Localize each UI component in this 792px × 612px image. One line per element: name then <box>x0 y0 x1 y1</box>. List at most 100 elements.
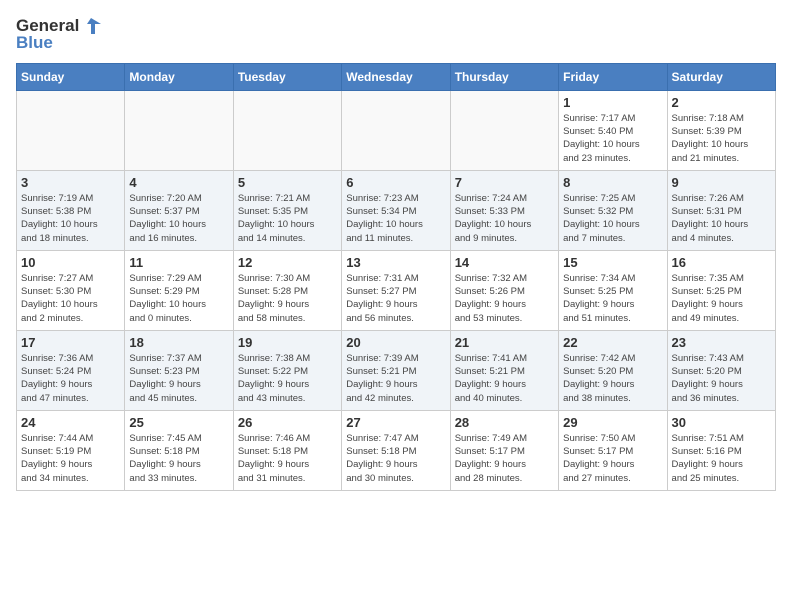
day-info: Sunrise: 7:42 AM Sunset: 5:20 PM Dayligh… <box>563 352 662 405</box>
calendar-day-cell <box>233 90 341 170</box>
calendar-day-cell: 4 Sunrise: 7:20 AM Sunset: 5:37 PM Daylig… <box>125 170 233 250</box>
day-info: Sunrise: 7:41 AM Sunset: 5:21 PM Dayligh… <box>455 352 554 405</box>
day-number: 10 <box>21 255 120 270</box>
calendar-day-cell: 7 Sunrise: 7:24 AM Sunset: 5:33 PM Daylig… <box>450 170 558 250</box>
calendar-day-cell: 11Sunrise: 7:29 AM Sunset: 5:29 PM Dayli… <box>125 250 233 330</box>
day-info: Sunrise: 7:50 AM Sunset: 5:17 PM Dayligh… <box>563 432 662 485</box>
calendar-day-cell: 22 Sunrise: 7:42 AM Sunset: 5:20 PM Dayli… <box>559 330 667 410</box>
day-info: Sunrise: 7:30 AM Sunset: 5:28 PM Dayligh… <box>238 272 337 325</box>
calendar-week-row: 10 Sunrise: 7:27 AM Sunset: 5:30 PM Dayli… <box>17 250 776 330</box>
day-info: Sunrise: 7:34 AM Sunset: 5:25 PM Dayligh… <box>563 272 662 325</box>
calendar-day-cell <box>125 90 233 170</box>
day-number: 6 <box>346 175 445 190</box>
calendar-day-cell: 18 Sunrise: 7:37 AM Sunset: 5:23 PM Dayli… <box>125 330 233 410</box>
calendar-day-cell: 29 Sunrise: 7:50 AM Sunset: 5:17 PM Dayli… <box>559 410 667 490</box>
day-info: Sunrise: 7:38 AM Sunset: 5:22 PM Dayligh… <box>238 352 337 405</box>
weekday-header-cell: Saturday <box>667 63 775 90</box>
calendar-week-row: 1 Sunrise: 7:17 AM Sunset: 5:40 PM Daylig… <box>17 90 776 170</box>
calendar-day-cell <box>450 90 558 170</box>
logo-container: General Blue <box>16 16 101 53</box>
day-number: 23 <box>672 335 771 350</box>
calendar-day-cell: 15 Sunrise: 7:34 AM Sunset: 5:25 PM Dayli… <box>559 250 667 330</box>
calendar-table: SundayMondayTuesdayWednesdayThursdayFrid… <box>16 63 776 491</box>
weekday-header-cell: Monday <box>125 63 233 90</box>
day-info: Sunrise: 7:21 AM Sunset: 5:35 PM Dayligh… <box>238 192 337 245</box>
logo-blue-text: Blue <box>16 34 53 53</box>
calendar-week-row: 17 Sunrise: 7:36 AM Sunset: 5:24 PM Dayli… <box>17 330 776 410</box>
calendar-day-cell: 30 Sunrise: 7:51 AM Sunset: 5:16 PM Dayli… <box>667 410 775 490</box>
day-number: 7 <box>455 175 554 190</box>
day-info: Sunrise: 7:25 AM Sunset: 5:32 PM Dayligh… <box>563 192 662 245</box>
calendar-day-cell: 28 Sunrise: 7:49 AM Sunset: 5:17 PM Dayli… <box>450 410 558 490</box>
weekday-header-cell: Friday <box>559 63 667 90</box>
calendar-day-cell: 12Sunrise: 7:30 AM Sunset: 5:28 PM Dayli… <box>233 250 341 330</box>
day-info: Sunrise: 7:51 AM Sunset: 5:16 PM Dayligh… <box>672 432 771 485</box>
day-info: Sunrise: 7:47 AM Sunset: 5:18 PM Dayligh… <box>346 432 445 485</box>
calendar-day-cell: 10 Sunrise: 7:27 AM Sunset: 5:30 PM Dayli… <box>17 250 125 330</box>
day-info: Sunrise: 7:39 AM Sunset: 5:21 PM Dayligh… <box>346 352 445 405</box>
day-info: Sunrise: 7:37 AM Sunset: 5:23 PM Dayligh… <box>129 352 228 405</box>
day-number: 20 <box>346 335 445 350</box>
calendar-day-cell: 2Sunrise: 7:18 AM Sunset: 5:39 PM Daylig… <box>667 90 775 170</box>
day-number: 11 <box>129 255 228 270</box>
calendar-day-cell: 23 Sunrise: 7:43 AM Sunset: 5:20 PM Dayli… <box>667 330 775 410</box>
calendar-day-cell: 21 Sunrise: 7:41 AM Sunset: 5:21 PM Dayli… <box>450 330 558 410</box>
day-number: 25 <box>129 415 228 430</box>
day-number: 24 <box>21 415 120 430</box>
calendar-day-cell: 13Sunrise: 7:31 AM Sunset: 5:27 PM Dayli… <box>342 250 450 330</box>
weekday-header-cell: Wednesday <box>342 63 450 90</box>
day-number: 19 <box>238 335 337 350</box>
day-info: Sunrise: 7:43 AM Sunset: 5:20 PM Dayligh… <box>672 352 771 405</box>
calendar-day-cell: 5 Sunrise: 7:21 AM Sunset: 5:35 PM Daylig… <box>233 170 341 250</box>
calendar-day-cell: 1 Sunrise: 7:17 AM Sunset: 5:40 PM Daylig… <box>559 90 667 170</box>
day-info: Sunrise: 7:26 AM Sunset: 5:31 PM Dayligh… <box>672 192 771 245</box>
day-number: 17 <box>21 335 120 350</box>
day-number: 26 <box>238 415 337 430</box>
calendar-day-cell: 27 Sunrise: 7:47 AM Sunset: 5:18 PM Dayli… <box>342 410 450 490</box>
calendar-day-cell: 16 Sunrise: 7:35 AM Sunset: 5:25 PM Dayli… <box>667 250 775 330</box>
day-info: Sunrise: 7:23 AM Sunset: 5:34 PM Dayligh… <box>346 192 445 245</box>
weekday-header-cell: Thursday <box>450 63 558 90</box>
day-number: 30 <box>672 415 771 430</box>
header: General Blue <box>16 16 776 53</box>
day-number: 1 <box>563 95 662 110</box>
day-number: 28 <box>455 415 554 430</box>
day-number: 5 <box>238 175 337 190</box>
day-number: 16 <box>672 255 771 270</box>
day-info: Sunrise: 7:44 AM Sunset: 5:19 PM Dayligh… <box>21 432 120 485</box>
day-info: Sunrise: 7:46 AM Sunset: 5:18 PM Dayligh… <box>238 432 337 485</box>
calendar-week-row: 3Sunrise: 7:19 AM Sunset: 5:38 PM Daylig… <box>17 170 776 250</box>
day-info: Sunrise: 7:36 AM Sunset: 5:24 PM Dayligh… <box>21 352 120 405</box>
calendar-body: 1 Sunrise: 7:17 AM Sunset: 5:40 PM Daylig… <box>17 90 776 490</box>
calendar-week-row: 24 Sunrise: 7:44 AM Sunset: 5:19 PM Dayli… <box>17 410 776 490</box>
day-number: 3 <box>21 175 120 190</box>
calendar-day-cell: 24 Sunrise: 7:44 AM Sunset: 5:19 PM Dayli… <box>17 410 125 490</box>
day-info: Sunrise: 7:17 AM Sunset: 5:40 PM Dayligh… <box>563 112 662 165</box>
day-number: 29 <box>563 415 662 430</box>
day-info: Sunrise: 7:32 AM Sunset: 5:26 PM Dayligh… <box>455 272 554 325</box>
day-info: Sunrise: 7:45 AM Sunset: 5:18 PM Dayligh… <box>129 432 228 485</box>
weekday-header-cell: Tuesday <box>233 63 341 90</box>
day-number: 18 <box>129 335 228 350</box>
day-number: 2 <box>672 95 771 110</box>
day-info: Sunrise: 7:35 AM Sunset: 5:25 PM Dayligh… <box>672 272 771 325</box>
day-info: Sunrise: 7:27 AM Sunset: 5:30 PM Dayligh… <box>21 272 120 325</box>
calendar-day-cell: 6 Sunrise: 7:23 AM Sunset: 5:34 PM Daylig… <box>342 170 450 250</box>
calendar-day-cell: 3Sunrise: 7:19 AM Sunset: 5:38 PM Daylig… <box>17 170 125 250</box>
day-number: 4 <box>129 175 228 190</box>
calendar-day-cell: 8 Sunrise: 7:25 AM Sunset: 5:32 PM Daylig… <box>559 170 667 250</box>
day-info: Sunrise: 7:20 AM Sunset: 5:37 PM Dayligh… <box>129 192 228 245</box>
weekday-header-row: SundayMondayTuesdayWednesdayThursdayFrid… <box>17 63 776 90</box>
day-number: 9 <box>672 175 771 190</box>
day-info: Sunrise: 7:24 AM Sunset: 5:33 PM Dayligh… <box>455 192 554 245</box>
day-number: 27 <box>346 415 445 430</box>
calendar-day-cell: 17 Sunrise: 7:36 AM Sunset: 5:24 PM Dayli… <box>17 330 125 410</box>
calendar-day-cell <box>17 90 125 170</box>
day-number: 22 <box>563 335 662 350</box>
day-number: 21 <box>455 335 554 350</box>
day-number: 15 <box>563 255 662 270</box>
calendar-day-cell: 25 Sunrise: 7:45 AM Sunset: 5:18 PM Dayli… <box>125 410 233 490</box>
day-number: 8 <box>563 175 662 190</box>
calendar-day-cell: 26 Sunrise: 7:46 AM Sunset: 5:18 PM Dayli… <box>233 410 341 490</box>
day-info: Sunrise: 7:49 AM Sunset: 5:17 PM Dayligh… <box>455 432 554 485</box>
